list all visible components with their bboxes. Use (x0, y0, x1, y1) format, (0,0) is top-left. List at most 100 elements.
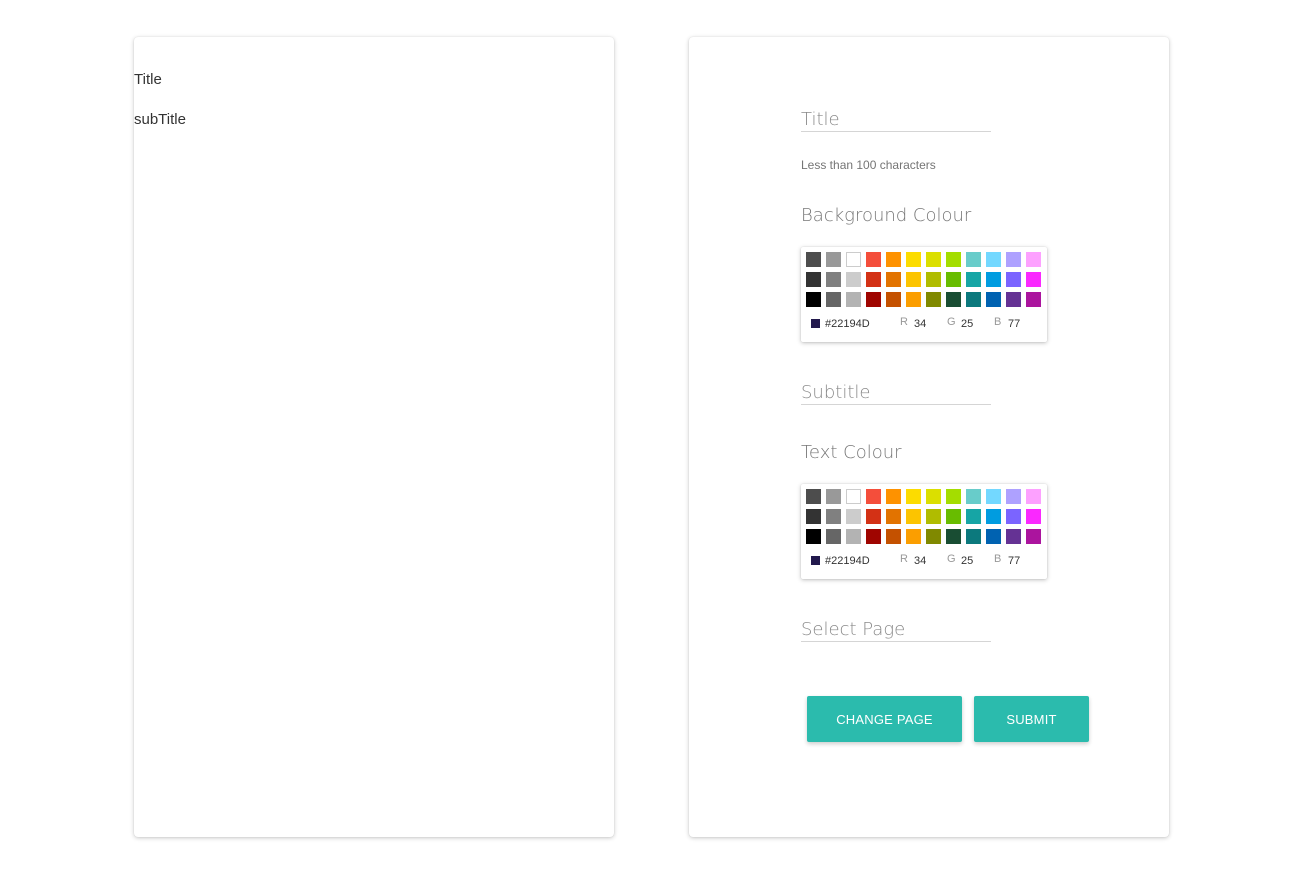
color-swatch[interactable] (1006, 292, 1021, 307)
color-swatch[interactable] (986, 252, 1001, 267)
color-swatch[interactable] (986, 529, 1001, 544)
title-helper-text: Less than 100 characters (801, 158, 936, 172)
color-swatch[interactable] (806, 529, 821, 544)
color-swatch[interactable] (966, 292, 981, 307)
color-swatch[interactable] (1026, 509, 1041, 524)
color-swatch[interactable] (946, 292, 961, 307)
r-label: R (900, 316, 908, 328)
color-swatch[interactable] (806, 272, 821, 287)
color-swatch[interactable] (1006, 252, 1021, 267)
color-swatch[interactable] (1026, 272, 1041, 287)
r-label: R (900, 553, 908, 565)
color-swatch[interactable] (846, 509, 861, 524)
b-value[interactable]: 77 (1008, 555, 1020, 567)
color-swatch[interactable] (926, 292, 941, 307)
color-swatch[interactable] (926, 509, 941, 524)
color-swatch[interactable] (926, 489, 941, 504)
color-swatch[interactable] (826, 529, 841, 544)
preview-subtitle: subTitle (134, 111, 186, 128)
color-swatch[interactable] (986, 509, 1001, 524)
color-swatch[interactable] (1006, 529, 1021, 544)
color-swatch[interactable] (866, 489, 881, 504)
color-swatch[interactable] (1006, 489, 1021, 504)
g-value[interactable]: 25 (961, 555, 973, 567)
color-swatch[interactable] (906, 272, 921, 287)
color-swatch[interactable] (1006, 509, 1021, 524)
swatch-grid (806, 489, 1041, 544)
subtitle-field (801, 382, 991, 405)
change-page-button[interactable]: CHANGE PAGE (807, 696, 962, 742)
color-swatch[interactable] (886, 272, 901, 287)
color-swatch[interactable] (866, 529, 881, 544)
color-swatch[interactable] (966, 272, 981, 287)
color-swatch[interactable] (926, 529, 941, 544)
color-swatch[interactable] (946, 252, 961, 267)
color-swatch[interactable] (846, 272, 861, 287)
color-readout: #22194D R 34 G 25 B 77 (811, 316, 1041, 333)
color-swatch[interactable] (1026, 292, 1041, 307)
color-swatch[interactable] (826, 252, 841, 267)
color-swatch[interactable] (966, 489, 981, 504)
color-swatch[interactable] (906, 489, 921, 504)
r-value[interactable]: 34 (914, 555, 926, 567)
color-swatch[interactable] (946, 529, 961, 544)
color-swatch[interactable] (886, 509, 901, 524)
color-readout: #22194D R 34 G 25 B 77 (811, 553, 1041, 570)
color-swatch[interactable] (826, 272, 841, 287)
color-swatch[interactable] (866, 509, 881, 524)
color-swatch[interactable] (986, 272, 1001, 287)
text-colour-picker: #22194D R 34 G 25 B 77 (801, 484, 1047, 579)
color-swatch[interactable] (926, 252, 941, 267)
color-swatch[interactable] (826, 489, 841, 504)
color-swatch[interactable] (926, 272, 941, 287)
color-swatch[interactable] (966, 529, 981, 544)
color-swatch[interactable] (886, 292, 901, 307)
color-swatch[interactable] (806, 509, 821, 524)
color-swatch[interactable] (986, 489, 1001, 504)
b-value[interactable]: 77 (1008, 318, 1020, 330)
color-swatch[interactable] (966, 252, 981, 267)
color-swatch[interactable] (946, 272, 961, 287)
submit-button[interactable]: SUBMIT (974, 696, 1089, 742)
color-swatch[interactable] (886, 252, 901, 267)
color-swatch[interactable] (826, 292, 841, 307)
color-swatch[interactable] (866, 252, 881, 267)
color-swatch[interactable] (846, 529, 861, 544)
color-swatch[interactable] (806, 292, 821, 307)
subtitle-input[interactable] (801, 382, 991, 403)
color-swatch[interactable] (866, 272, 881, 287)
b-label: B (994, 553, 1002, 565)
color-swatch[interactable] (846, 489, 861, 504)
color-swatch[interactable] (946, 489, 961, 504)
color-swatch[interactable] (826, 509, 841, 524)
hex-value[interactable]: #22194D (825, 318, 870, 330)
g-label: G (947, 316, 956, 328)
color-swatch[interactable] (906, 509, 921, 524)
color-swatch[interactable] (1026, 489, 1041, 504)
color-swatch[interactable] (966, 509, 981, 524)
background-colour-picker: #22194D R 34 G 25 B 77 (801, 247, 1047, 342)
r-value[interactable]: 34 (914, 318, 926, 330)
color-swatch[interactable] (906, 529, 921, 544)
color-swatch[interactable] (906, 292, 921, 307)
color-swatch[interactable] (906, 252, 921, 267)
color-swatch[interactable] (866, 292, 881, 307)
color-swatch[interactable] (846, 292, 861, 307)
color-swatch[interactable] (886, 529, 901, 544)
color-swatch[interactable] (946, 509, 961, 524)
color-swatch[interactable] (846, 252, 861, 267)
color-swatch[interactable] (1006, 272, 1021, 287)
color-swatch[interactable] (806, 252, 821, 267)
color-swatch[interactable] (1026, 529, 1041, 544)
color-swatch[interactable] (1026, 252, 1041, 267)
hex-value[interactable]: #22194D (825, 555, 870, 567)
color-swatch[interactable] (986, 292, 1001, 307)
title-input[interactable] (801, 109, 991, 130)
swatch-grid (806, 252, 1041, 307)
g-value[interactable]: 25 (961, 318, 973, 330)
color-swatch[interactable] (886, 489, 901, 504)
color-swatch[interactable] (806, 489, 821, 504)
selected-color-swatch (811, 556, 820, 565)
g-label: G (947, 553, 956, 565)
select-page-input[interactable] (801, 619, 991, 640)
